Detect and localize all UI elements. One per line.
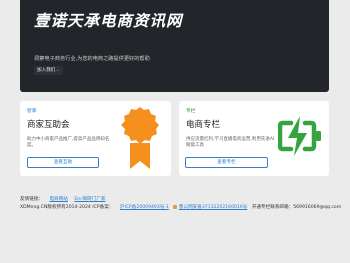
friend-link[interactable]: Els-障碍门厂家	[74, 197, 105, 202]
ecommerce-column-card: 专栏 电商专栏 供应流量红利,学习直播电商运营,利用先进AI赋能工具 查看专栏	[179, 101, 329, 176]
contact-email: 开通专栏联系邮箱：569916069@qq.com	[251, 205, 342, 210]
card-title: 电商专栏	[186, 120, 221, 130]
merchant-mutual-card: 智库 商家互助会 助力中小商家产品推广,提高产品品牌知名度。 查看互助	[20, 101, 171, 176]
join-us-button[interactable]: 加入我们...	[34, 66, 63, 75]
card-title: 商家互助会	[27, 120, 70, 130]
card-description: 助力中小商家产品推广,提高产品品牌知名度。	[27, 137, 110, 148]
icp-link[interactable]: 沪ICP备20009493号-1	[120, 205, 169, 210]
site-title: 壹诺天承电商资讯网	[34, 11, 183, 30]
award-ribbon-icon	[121, 107, 159, 169]
card-description: 供应流量红利,学习直播电商运营,利用先进AI赋能工具	[186, 137, 275, 148]
friend-links-row: 友情链接： 电商网站 Els-障碍门厂家	[20, 196, 330, 204]
view-mutual-button[interactable]: 查看互助	[27, 157, 99, 168]
battery-charging-icon	[278, 116, 321, 156]
copyright-text: XDMeng.CN版权所有2014-2024 ICP备案：	[20, 205, 114, 210]
card-tag: 专栏	[186, 109, 196, 114]
police-badge-icon	[173, 204, 178, 209]
card-tag: 智库	[27, 109, 37, 114]
view-column-button[interactable]: 查看专栏	[185, 157, 268, 168]
site-subtitle: 洞察电子商务行业,为您的电商之路提供更好的帮助	[34, 56, 150, 62]
friend-link[interactable]: 电商网站	[49, 197, 67, 202]
footer: 友情链接： 电商网站 Els-障碍门厂家 XDMeng.CN版权所有2014-2…	[20, 196, 341, 212]
copyright-row: XDMeng.CN版权所有2014-2024 ICP备案： 沪ICP备20009…	[20, 204, 341, 212]
hero-banner: 壹诺天承电商资讯网 洞察电子商务行业,为您的电商之路提供更好的帮助 加入我们..…	[20, 0, 329, 92]
police-record-link[interactable]: 鲁公网安备37132202160016号	[179, 205, 247, 210]
friend-links-label: 友情链接：	[20, 197, 43, 202]
